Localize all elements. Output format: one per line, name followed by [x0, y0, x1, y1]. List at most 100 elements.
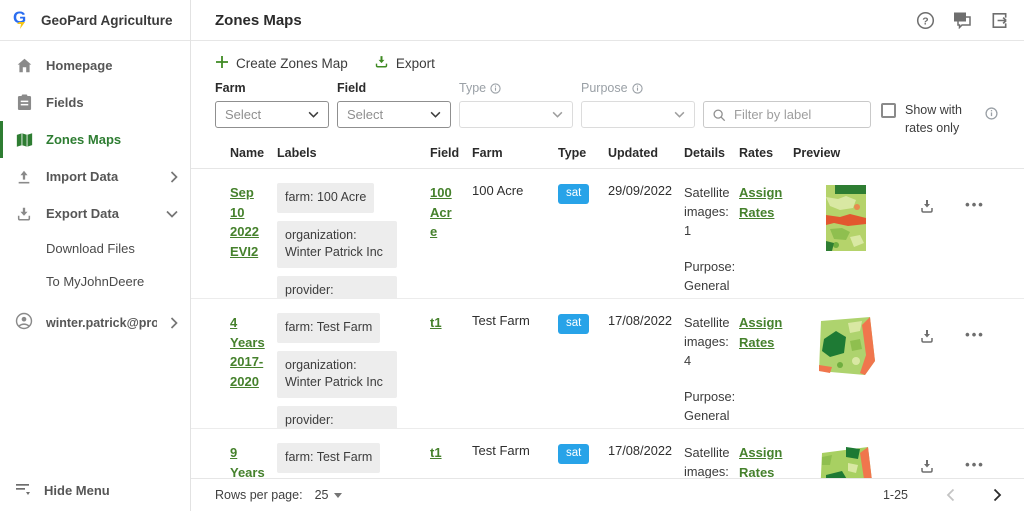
field-link[interactable]: t1: [430, 443, 442, 463]
assign-rates-link[interactable]: Assign Rates: [739, 313, 787, 352]
updated-cell: 17/08/2022: [608, 443, 684, 478]
download-zone-button[interactable]: [905, 183, 955, 299]
purpose-filter-label: Purpose: [581, 81, 695, 95]
account-email: winter.patrick@proton...: [46, 316, 157, 330]
previous-page-button[interactable]: [946, 488, 955, 502]
zone-preview-thumbnail[interactable]: [793, 313, 905, 429]
type-badge: sat: [558, 184, 589, 204]
details-cell: Satellite images: 1 Purpose: General: [684, 183, 739, 299]
field-filter-label: Field: [337, 81, 451, 95]
table-row: 4 Years 2017-2020 farm: Test Farm organi…: [191, 299, 1024, 429]
more-actions-button[interactable]: •••: [955, 313, 1001, 429]
create-zones-map-label: Create Zones Map: [236, 56, 348, 71]
dropdown-arrow-icon: [334, 493, 342, 498]
table-pagination: Rows per page: 25 1-25: [191, 478, 1024, 511]
col-header-rates: Rates: [739, 146, 793, 160]
chevron-down-icon: [166, 210, 178, 218]
details-cell: Satellite images:: [684, 443, 739, 478]
rows-per-page-label: Rows per page:: [215, 488, 303, 502]
sidebar-item-label: Zones Maps: [46, 132, 121, 147]
farm-cell: Test Farm: [472, 443, 558, 478]
label-chip: provider: JohnDeere: [277, 406, 397, 430]
hide-menu-button[interactable]: Hide Menu: [0, 469, 190, 511]
zone-name-link[interactable]: 9 Years: [230, 443, 270, 478]
labels-cell: farm: Test Farm organization: Winter Pat…: [277, 313, 430, 429]
type-filter: Type: [459, 81, 573, 128]
label-chip: farm: 100 Acre: [277, 183, 374, 213]
hide-menu-label: Hide Menu: [44, 483, 110, 498]
zone-preview-thumbnail[interactable]: [793, 183, 905, 299]
assign-rates-link[interactable]: Assign Rates: [739, 183, 787, 222]
rates-only-checkbox[interactable]: [881, 103, 896, 118]
zone-name-link[interactable]: Sep 10 2022 EVI2: [230, 183, 270, 261]
labels-cell: farm: 100 Acre organization: Winter Patr…: [277, 183, 430, 299]
zone-preview-thumbnail[interactable]: [793, 443, 905, 478]
col-header-farm: Farm: [472, 146, 558, 160]
label-chip: organization: Winter Patrick Inc: [277, 351, 397, 398]
pager: 1-25: [883, 488, 1002, 502]
geopard-logo-icon: G: [13, 8, 32, 32]
sidebar-item-homepage[interactable]: Homepage: [0, 47, 190, 84]
rows-per-page-select[interactable]: 25: [315, 488, 343, 502]
feedback-chat-icon[interactable]: [951, 9, 973, 31]
app-logo-text: GeoPard Agriculture: [41, 13, 173, 28]
export-label: Export: [396, 56, 435, 71]
sidebar-item-export-data[interactable]: Export Data: [0, 195, 190, 232]
field-select-value: Select: [347, 107, 383, 122]
purpose-select[interactable]: [581, 101, 695, 128]
type-select[interactable]: [459, 101, 573, 128]
next-page-button[interactable]: [993, 488, 1002, 502]
zone-name-link[interactable]: 4 Years 2017-2020: [230, 313, 270, 391]
download-zone-button[interactable]: [905, 313, 955, 429]
sidebar-item-label: Fields: [46, 95, 84, 110]
col-header-field: Field: [430, 146, 472, 160]
download-icon: [918, 327, 936, 345]
field-select[interactable]: Select: [337, 101, 451, 128]
updated-cell: 17/08/2022: [608, 313, 684, 429]
sidebar-account[interactable]: winter.patrick@proton...: [0, 304, 190, 341]
upload-icon: [15, 168, 33, 186]
sidebar-subitem-download-files[interactable]: Download Files: [0, 232, 190, 265]
app-logo: G GeoPard Agriculture: [0, 0, 190, 41]
download-zone-button[interactable]: [905, 443, 955, 478]
rates-info-icon[interactable]: [985, 107, 998, 125]
export-button[interactable]: Export: [374, 54, 435, 72]
sidebar-item-zones-maps[interactable]: Zones Maps: [0, 121, 190, 158]
assign-rates-link[interactable]: Assign Rates: [739, 443, 787, 478]
export-download-icon: [374, 54, 389, 72]
farm-select-value: Select: [225, 107, 261, 122]
label-chip: farm: Test Farm: [277, 443, 380, 473]
sidebar-item-import-data[interactable]: Import Data: [0, 158, 190, 195]
rates-only-label: Show with rates only: [905, 101, 969, 137]
more-icon: •••: [965, 197, 985, 299]
sidebar-item-fields[interactable]: Fields: [0, 84, 190, 121]
chevron-right-icon: [170, 171, 178, 183]
field-link[interactable]: 100 Acre: [430, 183, 456, 242]
clipboard-icon: [15, 94, 33, 112]
search-input[interactable]: [732, 106, 852, 123]
field-filter: Field Select: [337, 81, 451, 128]
app-window: G GeoPard Agriculture Homepage Fields: [0, 0, 1024, 511]
col-header-details: Details: [684, 146, 739, 160]
download-icon: [15, 205, 33, 223]
more-actions-button[interactable]: •••: [955, 183, 1001, 299]
show-rates-only-toggle[interactable]: Show with rates only: [881, 101, 969, 137]
help-icon[interactable]: ?: [914, 9, 936, 31]
farm-filter-label: Farm: [215, 81, 329, 95]
search-icon: [712, 108, 726, 122]
create-zones-map-button[interactable]: Create Zones Map: [215, 55, 348, 72]
chevron-down-icon: [430, 111, 441, 118]
farm-select[interactable]: Select: [215, 101, 329, 128]
page-range-label: 1-25: [883, 488, 908, 502]
map-icon: [15, 131, 33, 149]
field-link[interactable]: t1: [430, 313, 442, 333]
filter-bar: Farm Select Field Select Type: [191, 77, 1024, 138]
sidebar-subitem-to-myjohndeere[interactable]: To MyJohnDeere: [0, 265, 190, 298]
main-content: Zones Maps ? Create Zones Map: [191, 0, 1024, 511]
details-cell: Satellite images: 4 Purpose: General: [684, 313, 739, 429]
label-search[interactable]: [703, 101, 871, 128]
download-icon: [918, 197, 936, 215]
chevron-down-icon: [674, 111, 685, 118]
more-actions-button[interactable]: •••: [955, 443, 1001, 478]
logout-icon[interactable]: [988, 9, 1010, 31]
